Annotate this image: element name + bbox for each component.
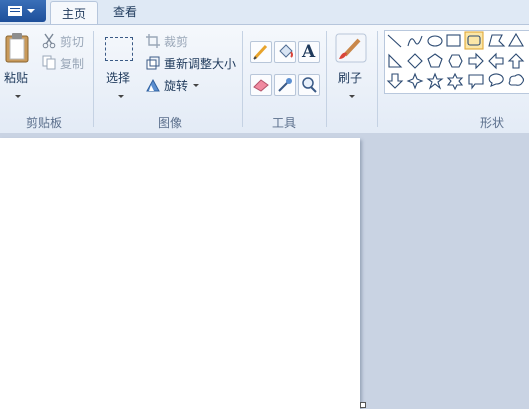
polygon-shape[interactable]	[488, 34, 506, 47]
crop-label: 裁剪	[164, 35, 189, 49]
scissors-icon	[42, 33, 56, 49]
select-button[interactable]: 选择	[102, 29, 138, 109]
crop-icon	[146, 34, 160, 48]
eraser-icon	[253, 79, 269, 92]
pentagon-shape[interactable]	[427, 53, 443, 68]
rectangle-shape[interactable]	[446, 34, 461, 47]
triangle-shape[interactable]	[508, 32, 524, 47]
text-icon: A	[302, 42, 316, 62]
text-tool[interactable]: A	[298, 41, 320, 63]
oval-callout-shape[interactable]	[488, 73, 504, 87]
magnifier-tool[interactable]	[298, 74, 320, 96]
down-arrow-shape[interactable]	[386, 73, 404, 89]
menu-icon	[8, 6, 22, 16]
brush-icon	[335, 33, 367, 63]
shapes-grid	[386, 31, 525, 91]
cloud-callout-shape[interactable]	[508, 74, 525, 86]
eyedropper-icon	[278, 78, 292, 92]
selection-icon	[105, 37, 133, 61]
pencil-icon	[253, 44, 268, 60]
copy-label: 复制	[60, 57, 85, 71]
brushes-button[interactable]: 刷子	[332, 29, 370, 109]
copy-icon	[42, 55, 56, 70]
clipboard-icon	[5, 33, 29, 63]
fill-tool[interactable]	[274, 41, 296, 63]
shapes-gallery	[384, 30, 529, 94]
paste-button[interactable]: 粘贴	[2, 29, 32, 109]
left-arrow-shape[interactable]	[488, 52, 504, 70]
pencil-tool[interactable]	[250, 41, 272, 63]
four-point-star-shape[interactable]	[406, 72, 424, 90]
rectangular-callout-shape[interactable]	[468, 74, 484, 90]
right-arrow-shape[interactable]	[468, 52, 484, 70]
group-divider	[326, 31, 327, 127]
chevron-down-icon	[118, 95, 124, 98]
hexagon-shape[interactable]	[448, 54, 463, 68]
chevron-down-icon	[15, 95, 21, 98]
rotate-icon	[146, 78, 160, 92]
chevron-down-icon	[27, 9, 35, 13]
color-picker-tool[interactable]	[274, 74, 296, 96]
group-divider	[242, 31, 243, 127]
select-label: 选择	[106, 71, 131, 85]
image-group-label: 图像	[157, 116, 182, 130]
six-point-star-shape[interactable]	[446, 72, 464, 91]
right-triangle-shape[interactable]	[388, 53, 403, 68]
curve-shape[interactable]	[407, 35, 423, 47]
clipboard-group-label: 剪贴板	[25, 116, 62, 130]
drawing-canvas[interactable]	[0, 138, 360, 409]
paint-bucket-icon	[279, 44, 293, 58]
cut-label: 剪切	[60, 35, 85, 49]
magnifier-icon	[302, 77, 317, 93]
eraser-tool[interactable]	[250, 74, 272, 96]
tab-home[interactable]: 主页	[50, 1, 98, 26]
rotate-label: 旋转	[164, 79, 189, 93]
rounded-rectangle-shape[interactable]	[464, 31, 484, 50]
line-shape[interactable]	[387, 34, 402, 48]
resize-label: 重新调整大小	[164, 57, 237, 71]
chevron-down-icon	[193, 84, 199, 87]
group-divider	[93, 31, 94, 127]
up-arrow-shape[interactable]	[507, 53, 525, 69]
group-divider	[377, 31, 378, 127]
shapes-group-label: 形状	[479, 116, 504, 130]
canvas-resize-handle[interactable]	[360, 402, 366, 408]
application-menu-button[interactable]	[0, 0, 46, 22]
tools-group-label: 工具	[271, 116, 296, 130]
diamond-shape[interactable]	[407, 53, 423, 69]
resize-icon	[146, 56, 160, 70]
rotate-button[interactable]: 旋转	[146, 77, 202, 93]
paste-label: 粘贴	[4, 71, 29, 85]
five-point-star-shape[interactable]	[426, 72, 444, 90]
chevron-down-icon	[349, 95, 355, 98]
oval-shape[interactable]	[427, 35, 443, 47]
brushes-label: 刷子	[338, 71, 363, 85]
tab-view[interactable]: 查看	[100, 0, 150, 24]
ribbon-tab-strip: 主页 查看	[0, 0, 529, 26]
